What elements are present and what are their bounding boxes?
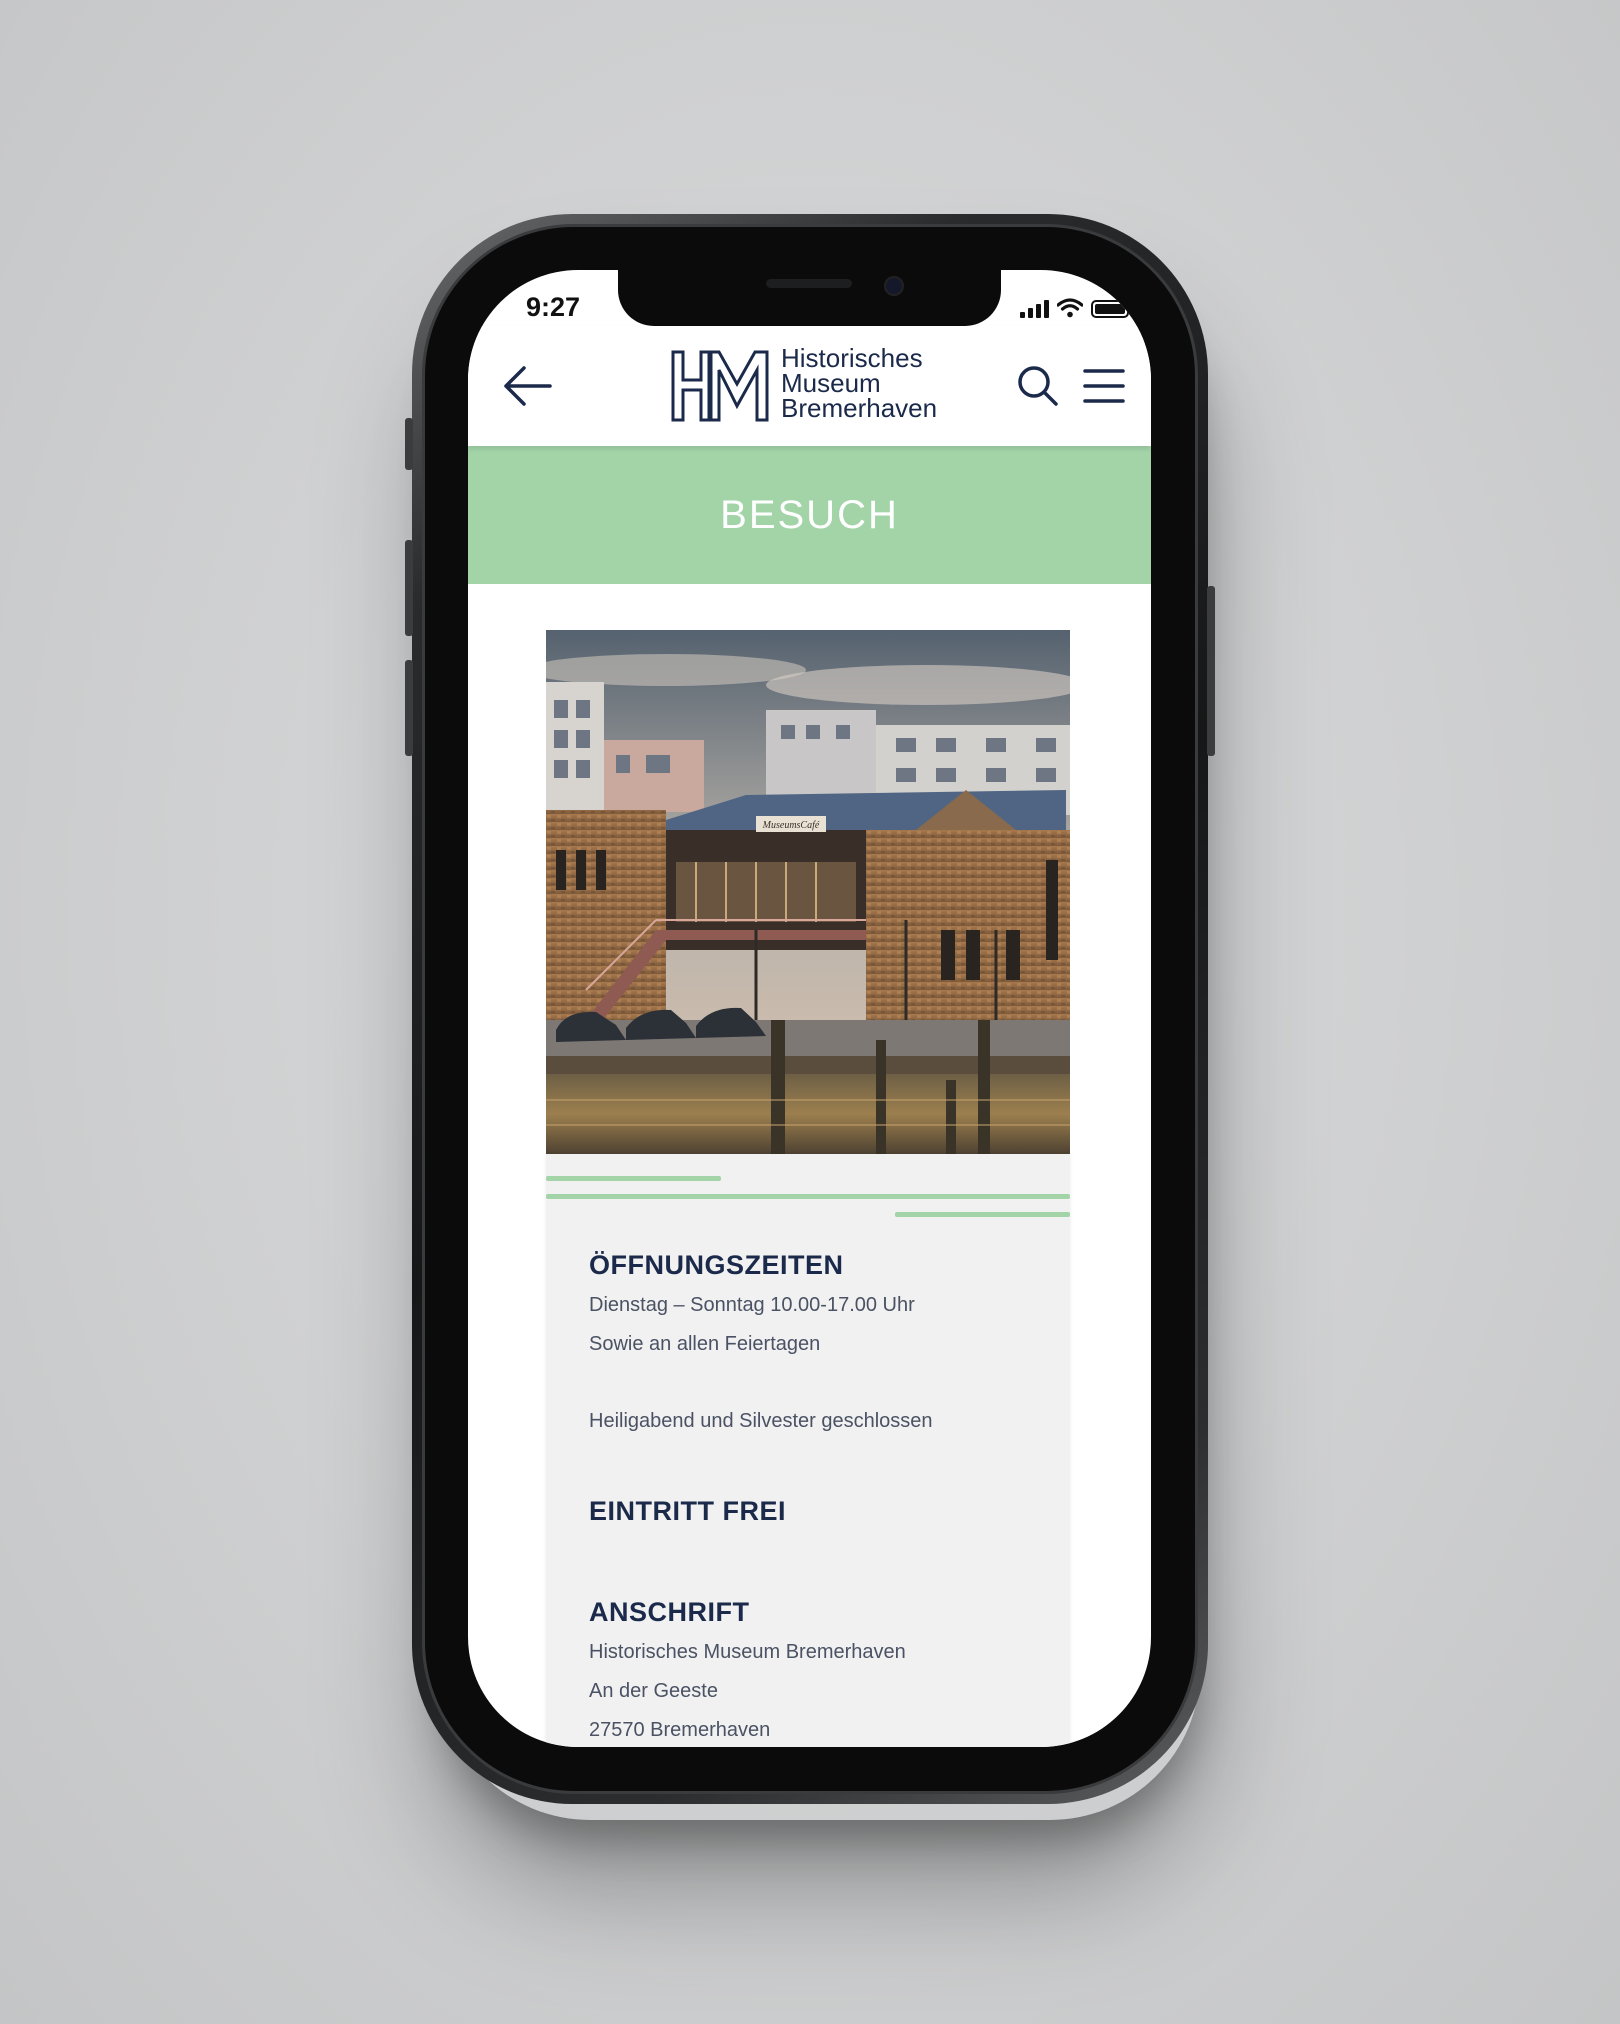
phone-side-button <box>405 418 413 470</box>
opening-hours-line-1: Dienstag – Sonntag 10.00-17.00 Uhr <box>589 1294 915 1316</box>
address-line-3: 27570 Bremerhaven <box>589 1719 771 1741</box>
arrow-left-icon[interactable] <box>500 364 554 408</box>
visit-info-card: ÖFFNUNGSZEITEN Dienstag – Sonntag 10.00-… <box>546 1154 1070 1747</box>
museum-logo[interactable]: Historisches Museum Bremerhaven <box>671 345 951 426</box>
address-line-2: An der Geeste <box>589 1680 718 1702</box>
page-title: BESUCH <box>720 492 899 537</box>
phone-volume-down <box>405 660 413 756</box>
front-camera <box>884 276 904 296</box>
status-icons <box>1020 298 1132 318</box>
notch <box>618 270 1001 326</box>
address-line-1: Historisches Museum Bremerhaven <box>589 1641 906 1663</box>
logo-line-3: Bremerhaven <box>781 393 938 423</box>
search-icon[interactable] <box>1016 364 1060 408</box>
decor-line-bottom <box>895 1212 1070 1217</box>
decor-line-middle <box>546 1194 1070 1199</box>
status-time: 9:27 <box>526 292 581 322</box>
phone-volume-up <box>405 540 413 636</box>
photo-sign-text: MuseumsCafé <box>762 820 820 831</box>
phone-screen: 9:27 Historisches Museum Bremerhaven BES… <box>468 270 1151 1747</box>
site-header: Historisches Museum Bremerhaven <box>468 326 1151 446</box>
battery-icon <box>1091 300 1132 318</box>
opening-hours-line-2: Sowie an allen Feiertagen <box>589 1333 821 1355</box>
page-banner: BESUCH <box>468 446 1151 584</box>
hamburger-menu-icon[interactable] <box>1082 366 1126 406</box>
speaker-grille <box>766 279 852 288</box>
wifi-icon <box>1057 298 1083 318</box>
museum-photo-illustration: MuseumsCafé <box>546 630 1070 1154</box>
admission-heading: EINTRITT FREI <box>589 1496 786 1526</box>
hm-logo-mark <box>671 350 769 422</box>
museum-building-photo: MuseumsCafé <box>546 630 1070 1154</box>
opening-hours-heading: ÖFFNUNGSZEITEN <box>589 1250 844 1280</box>
opening-hours-line-3: Heiligabend und Silvester geschlossen <box>589 1410 933 1432</box>
phone-power-button <box>1207 586 1215 756</box>
decor-line-top <box>546 1176 721 1181</box>
logo-text: Historisches Museum Bremerhaven <box>781 345 938 423</box>
address-heading: ANSCHRIFT <box>589 1597 750 1627</box>
signal-icon <box>1020 300 1049 318</box>
